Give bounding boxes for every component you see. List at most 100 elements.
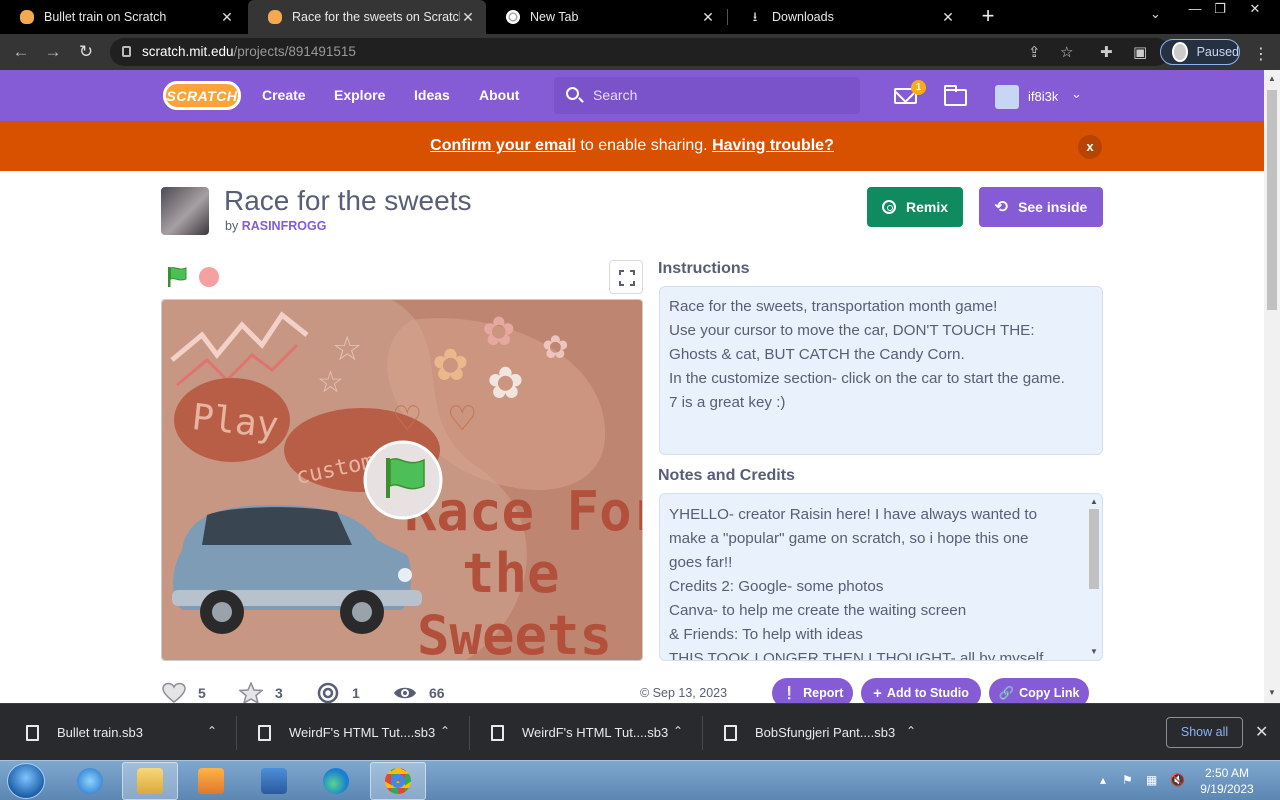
side-panel-icon[interactable]: ▣ (1133, 43, 1147, 61)
window-close-icon[interactable]: ✕ (1240, 0, 1270, 18)
search-box (554, 77, 860, 114)
close-icon[interactable]: ✕ (460, 9, 476, 26)
scroll-up-icon[interactable]: ▲ (1090, 497, 1098, 506)
notes-box[interactable]: YHELLO- creator Raisin here! I have alwa… (659, 493, 1103, 661)
banner-close-button[interactable]: x (1078, 135, 1102, 159)
chrome-taskbar-icon[interactable] (370, 762, 426, 800)
restore-icon[interactable]: ❐ (1205, 0, 1235, 18)
svg-text:☆: ☆ (332, 329, 362, 369)
start-button[interactable] (7, 763, 45, 799)
favorite-stat[interactable]: 3 (239, 682, 283, 704)
remix-icon (317, 682, 339, 704)
green-flag-icon[interactable] (166, 266, 188, 288)
love-stat[interactable]: 5 (162, 682, 206, 704)
having-trouble-link[interactable]: Having trouble? (712, 137, 834, 154)
my-stuff-icon[interactable] (944, 85, 967, 106)
download-item[interactable]: WeirdF's HTML Tut....sb3 (258, 704, 435, 761)
scroll-up-icon[interactable]: ▲ (1268, 74, 1276, 83)
notes-line: goes far!! (669, 554, 733, 571)
search-input[interactable] (593, 85, 843, 105)
favorite-count: 3 (275, 685, 283, 701)
internet-explorer-icon[interactable] (62, 762, 118, 800)
divider (702, 716, 703, 750)
close-icon[interactable]: ✕ (219, 9, 235, 26)
instructions-line: Use your cursor to move the car, DON'T T… (669, 322, 1035, 339)
scratch-logo[interactable]: SCRATCH (163, 81, 241, 110)
chevron-up-icon[interactable]: ⌃ (906, 724, 916, 738)
tab-bullet-train[interactable]: Bullet train on Scratch ✕ (0, 0, 245, 34)
see-inside-button[interactable]: ⟲ See inside (979, 187, 1103, 227)
forward-icon[interactable]: → (42, 42, 64, 62)
tray-expand-icon[interactable]: ▴ (1100, 773, 1106, 787)
author-link[interactable]: RASINFROGG (242, 219, 327, 233)
download-item[interactable]: Bullet train.sb3 (26, 704, 143, 761)
scroll-down-icon[interactable]: ▼ (1090, 647, 1098, 656)
project-stage[interactable]: ☆ ☆ ✿ ✿ ✿ ✿ Play customize ♡ ♡ Race For … (161, 299, 643, 661)
file-explorer-icon[interactable] (122, 762, 178, 800)
more-menu-icon[interactable]: ⋮ (1253, 44, 1269, 64)
close-icon[interactable]: ✕ (700, 9, 716, 26)
confirm-email-link[interactable]: Confirm your email (430, 137, 576, 154)
extensions-icon[interactable]: ✚ (1100, 43, 1113, 61)
chevron-up-icon[interactable]: ⌃ (440, 724, 450, 738)
network-icon[interactable]: ▦ (1146, 773, 1157, 787)
system-clock[interactable]: 2:50 AM 9/19/2023 (1192, 765, 1262, 797)
volume-muted-icon[interactable]: 🔇 (1170, 773, 1185, 787)
file-icon (26, 724, 39, 741)
user-avatar[interactable] (995, 85, 1019, 109)
scratch-cat-icon (20, 10, 34, 24)
project-author-line: by RASINFROGG (225, 219, 327, 233)
edge-icon[interactable] (308, 762, 364, 800)
reload-icon[interactable]: ↻ (75, 42, 97, 62)
author-avatar[interactable] (161, 187, 209, 235)
download-item[interactable]: WeirdF's HTML Tut....sb3 (491, 704, 668, 761)
chevron-up-icon[interactable]: ⌃ (207, 724, 217, 738)
svg-text:✿: ✿ (487, 358, 524, 409)
profile-button[interactable]: Paused (1160, 39, 1240, 65)
page-scrollbar[interactable]: ▲ ▼ (1264, 70, 1280, 703)
page-scroll-thumb[interactable] (1267, 90, 1277, 310)
tab-downloads[interactable]: ⭳ Downloads ✕ (728, 0, 966, 34)
username[interactable]: if8i3k (1028, 89, 1058, 104)
download-item[interactable]: BobSfungjeri Pant....sb3 (724, 704, 895, 761)
instructions-line: Ghosts & cat, BUT CATCH the Candy Corn. (669, 346, 965, 363)
tab-search-chevron-icon[interactable]: ⌄ (1150, 6, 1161, 22)
profile-status: Paused (1196, 45, 1239, 59)
address-bar[interactable]: scratch.mit.edu/projects/891491515 ⇪ ☆ (110, 38, 1170, 66)
chevron-up-icon[interactable]: ⌃ (673, 724, 683, 738)
fullscreen-icon (619, 270, 635, 286)
instructions-line: In the customize section- click on the c… (669, 370, 1065, 387)
share-icon[interactable]: ⇪ (1028, 43, 1041, 61)
views-count: 66 (429, 685, 445, 701)
url-text[interactable]: scratch.mit.edu/projects/891491515 (142, 44, 356, 59)
nav-about[interactable]: About (479, 87, 519, 103)
scroll-down-icon[interactable]: ▼ (1268, 688, 1276, 697)
media-player-icon[interactable] (183, 762, 239, 800)
flag-tray-icon[interactable]: ⚑ (1122, 773, 1133, 787)
notes-line: Credits 2: Google- some photos (669, 578, 884, 595)
tab-race-for-the-sweets[interactable]: Race for the sweets on Scratch ✕ (248, 0, 486, 34)
close-icon[interactable]: ✕ (1255, 722, 1268, 742)
notes-line: YHELLO- creator Raisin here! I have alwa… (669, 506, 1038, 523)
address-toolbar: ← → ↻ scratch.mit.edu/projects/891491515… (0, 34, 1280, 70)
divider (236, 716, 237, 750)
nav-ideas[interactable]: Ideas (414, 87, 450, 103)
show-all-button[interactable]: Show all (1166, 717, 1243, 748)
nav-explore[interactable]: Explore (334, 87, 385, 103)
tab-new-tab[interactable]: New Tab ✕ (486, 0, 726, 34)
chevron-down-icon[interactable]: ⌄ (1071, 86, 1082, 102)
stop-icon[interactable] (199, 267, 219, 287)
remix-button[interactable]: Remix (867, 187, 963, 227)
close-icon[interactable]: ✕ (940, 9, 956, 26)
new-tab-button[interactable]: + (975, 3, 1001, 29)
svg-text:✿: ✿ (482, 309, 516, 355)
control-panel-icon[interactable] (246, 762, 302, 800)
notes-scrollbar[interactable]: ▲ ▼ (1087, 497, 1101, 660)
lock-icon (122, 46, 131, 57)
back-icon[interactable]: ← (10, 42, 32, 62)
notes-scroll-thumb[interactable] (1089, 509, 1099, 589)
star-icon[interactable]: ☆ (1060, 43, 1073, 61)
heart-icon (162, 682, 186, 703)
nav-create[interactable]: Create (262, 87, 306, 103)
fullscreen-button[interactable] (609, 260, 643, 294)
